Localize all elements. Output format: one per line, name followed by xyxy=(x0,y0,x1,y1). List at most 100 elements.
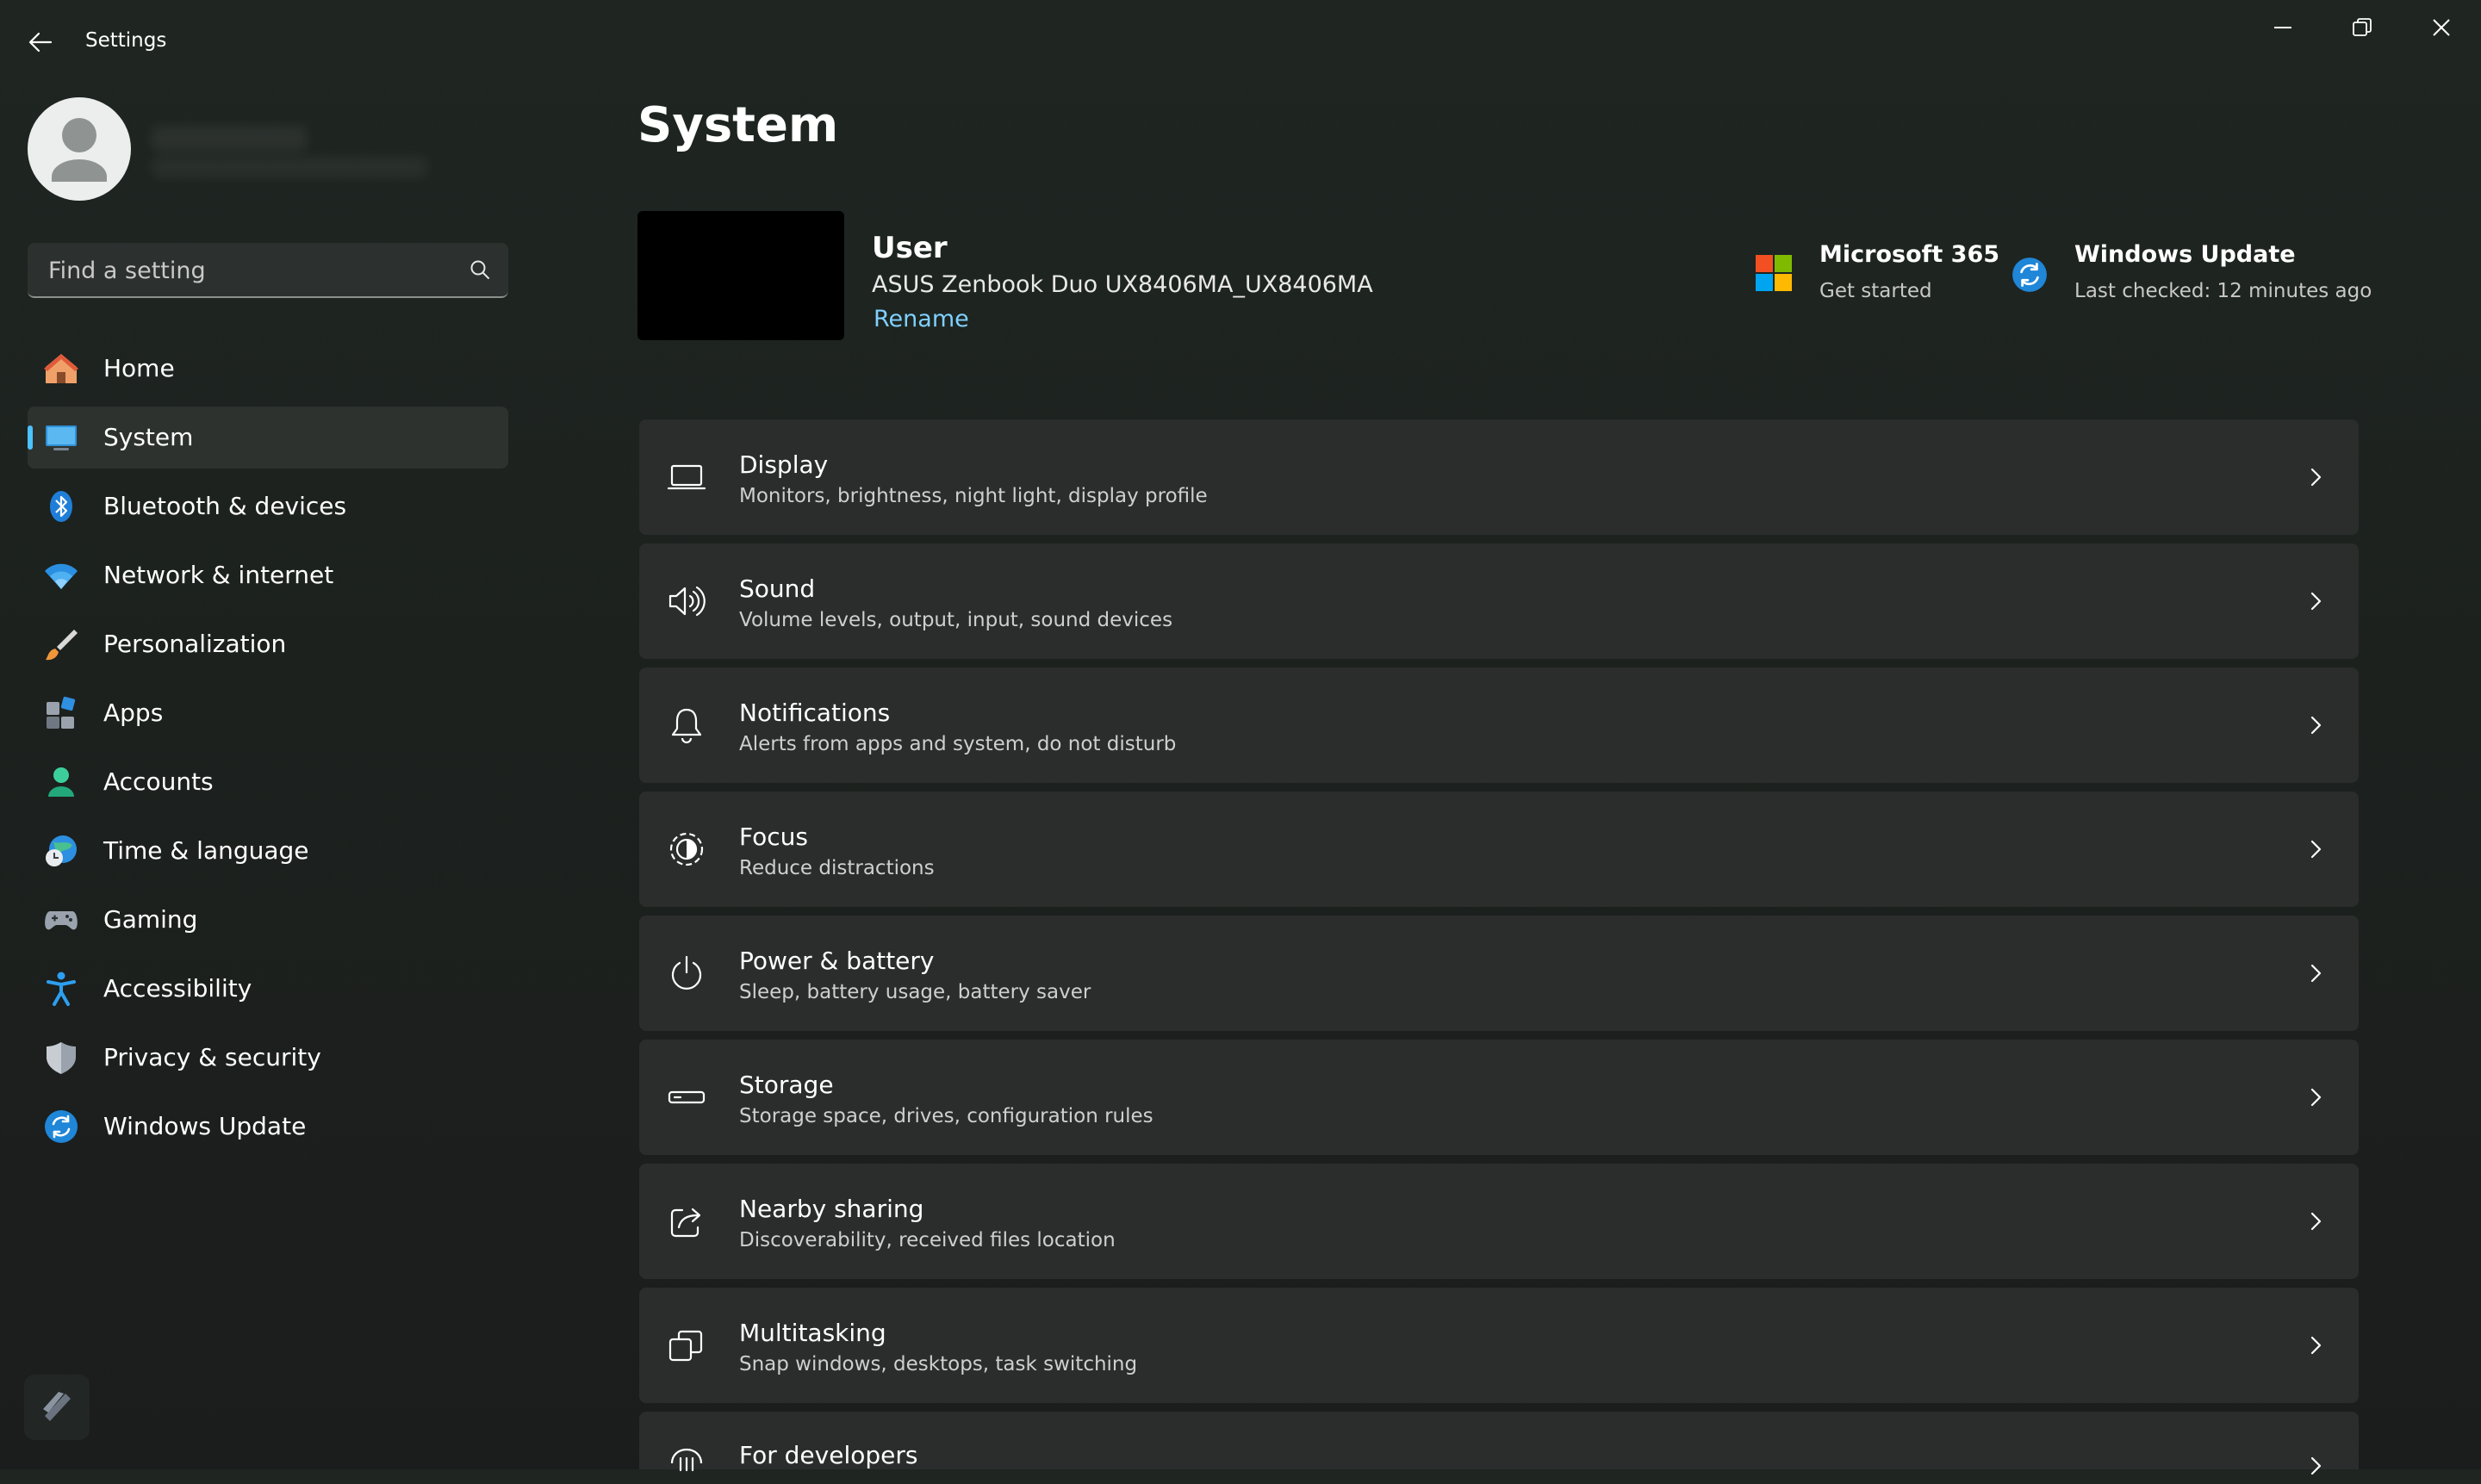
card-notifications[interactable]: Notifications Alerts from apps and syste… xyxy=(639,667,2359,783)
sidebar-item-bluetooth[interactable]: Bluetooth & devices xyxy=(28,475,508,537)
chevron-right-icon xyxy=(2310,1212,2322,1231)
card-subtitle: Sleep, battery usage, battery saver xyxy=(739,981,1091,1003)
page-title: System xyxy=(637,97,839,153)
accessibility-icon xyxy=(47,972,76,1006)
back-arrow-icon xyxy=(28,32,53,53)
pinned-app-button[interactable] xyxy=(24,1375,90,1440)
multitasking-icon xyxy=(668,1330,703,1362)
sidebar-item-accounts[interactable]: Accounts xyxy=(28,751,508,813)
display-icon xyxy=(667,464,706,490)
card-title: Multitasking xyxy=(739,1319,886,1347)
apps-icon xyxy=(47,696,76,729)
device-image xyxy=(637,211,844,340)
power-icon xyxy=(671,955,702,990)
avatar[interactable] xyxy=(28,97,131,201)
card-title: Nearby sharing xyxy=(739,1195,924,1223)
restore-button[interactable] xyxy=(2322,0,2402,55)
wifi-icon xyxy=(45,563,78,589)
chevron-right-icon xyxy=(2310,840,2322,859)
minimize-icon xyxy=(2274,27,2291,28)
card-for-developers[interactable]: For developers xyxy=(639,1412,2359,1475)
account-name-redacted xyxy=(152,126,307,152)
card-subtitle: Alerts from apps and system, do not dist… xyxy=(739,733,1177,755)
card-power-battery[interactable]: Power & battery Sleep, battery usage, ba… xyxy=(639,916,2359,1031)
card-storage[interactable]: Storage Storage space, drives, configura… xyxy=(639,1040,2359,1155)
card-title: Power & battery xyxy=(739,947,935,975)
chevron-right-icon xyxy=(2310,716,2322,735)
windows-update-link-icon-wrap[interactable] xyxy=(2011,256,2049,294)
card-subtitle: Volume levels, output, input, sound devi… xyxy=(739,609,1173,631)
microsoft-365-title: Microsoft 365 xyxy=(1819,241,2000,268)
accounts-icon xyxy=(48,767,74,797)
microsoft-365-subtitle: Get started xyxy=(1819,280,1932,302)
card-subtitle: Reduce distractions xyxy=(739,857,935,879)
microsoft-365-link-icon-wrap[interactable] xyxy=(1754,253,1794,293)
back-button[interactable] xyxy=(16,17,65,67)
focus-icon xyxy=(669,832,704,866)
storage-icon xyxy=(668,1090,706,1104)
card-title: Focus xyxy=(739,823,808,851)
home-icon xyxy=(44,354,78,383)
sidebar-item-time-language[interactable]: Time & language xyxy=(28,820,508,882)
card-focus[interactable]: Focus Reduce distractions xyxy=(639,792,2359,907)
sidebar-item-network[interactable]: Network & internet xyxy=(28,544,508,606)
minimize-button[interactable] xyxy=(2243,0,2322,55)
card-subtitle: Storage space, drives, configuration rul… xyxy=(739,1105,1153,1127)
chevron-right-icon xyxy=(2310,1336,2322,1355)
close-icon xyxy=(2433,19,2450,36)
microsoft-365-link[interactable]: Microsoft 365 Get started xyxy=(1819,241,1999,302)
developer-icon xyxy=(670,1448,703,1472)
sidebar-item-apps[interactable]: Apps xyxy=(28,682,508,744)
sidebar-item-privacy[interactable]: Privacy & security xyxy=(28,1027,508,1089)
gamepad-icon xyxy=(45,911,78,930)
microsoft-logo-icon xyxy=(1756,255,1792,291)
card-nearby-sharing[interactable]: Nearby sharing Discoverability, received… xyxy=(639,1164,2359,1279)
system-icon xyxy=(46,425,77,450)
card-multitasking[interactable]: Multitasking Snap windows, desktops, tas… xyxy=(639,1288,2359,1403)
card-sound[interactable]: Sound Volume levels, output, input, soun… xyxy=(639,543,2359,659)
sidebar-item-home[interactable]: Home xyxy=(28,338,508,400)
brush-icon xyxy=(46,630,78,661)
card-title: Storage xyxy=(739,1071,834,1099)
sidebar-item-system[interactable]: System xyxy=(28,407,508,469)
chevron-right-icon xyxy=(2310,1088,2322,1107)
selection-indicator xyxy=(28,425,33,450)
search-input[interactable] xyxy=(47,243,463,298)
share-icon xyxy=(670,1208,701,1238)
windows-update-icon xyxy=(2012,258,2047,292)
card-subtitle: Monitors, brightness, night light, displ… xyxy=(739,485,1208,507)
person-icon xyxy=(52,118,107,182)
card-subtitle: Discoverability, received files location xyxy=(739,1229,1116,1251)
device-name: User xyxy=(872,231,948,265)
windows-update-title: Windows Update xyxy=(2074,241,2296,268)
sidebar-item-personalization[interactable]: Personalization xyxy=(28,613,508,675)
card-subtitle: Snap windows, desktops, task switching xyxy=(739,1353,1138,1375)
bluetooth-icon xyxy=(50,491,72,522)
windows-update-link[interactable]: Windows Update Last checked: 12 minutes … xyxy=(2074,241,2372,302)
sidebar-item-accessibility[interactable]: Accessibility xyxy=(28,958,508,1020)
sidebar-item-windows-update[interactable]: Windows Update xyxy=(28,1096,508,1158)
globe-clock-icon xyxy=(46,835,77,866)
search-box[interactable] xyxy=(28,243,508,298)
sidebar-item-gaming[interactable]: Gaming xyxy=(28,889,508,951)
rename-link[interactable]: Rename xyxy=(874,306,969,332)
windows-update-subtitle: Last checked: 12 minutes ago xyxy=(2074,280,2372,302)
shield-icon xyxy=(47,1042,76,1074)
app-logo-icon xyxy=(43,1392,71,1421)
speaker-icon xyxy=(668,586,706,617)
card-title: Notifications xyxy=(739,699,891,727)
chevron-right-icon xyxy=(2310,592,2322,611)
bell-icon xyxy=(671,708,702,744)
close-button[interactable] xyxy=(2402,0,2481,55)
chevron-right-icon xyxy=(2310,468,2322,487)
windows-update-icon xyxy=(45,1110,78,1143)
card-title: Sound xyxy=(739,574,816,603)
card-title: For developers xyxy=(739,1441,918,1469)
search-icon[interactable] xyxy=(469,258,491,281)
app-title: Settings xyxy=(85,29,167,52)
chevron-right-icon xyxy=(2310,964,2322,983)
card-title: Display xyxy=(739,450,829,479)
card-display[interactable]: Display Monitors, brightness, night ligh… xyxy=(639,419,2359,535)
chevron-right-icon xyxy=(2310,1456,2322,1475)
account-email-redacted xyxy=(152,157,427,177)
